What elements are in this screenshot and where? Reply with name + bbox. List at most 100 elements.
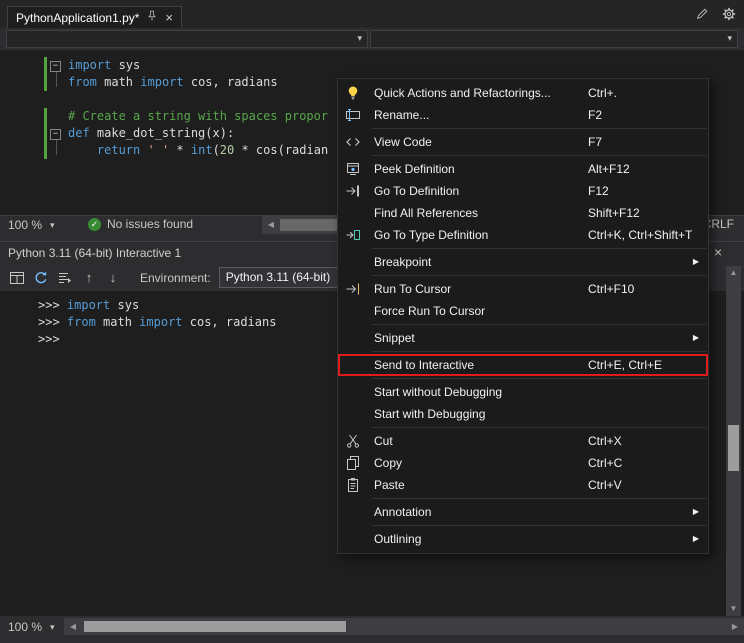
chevron-down-icon: ▾ <box>50 220 55 231</box>
submenu-arrow-icon: ▶ <box>693 501 699 523</box>
chevron-down-icon: ▾ <box>50 622 55 633</box>
nav-member-dropdown[interactable]: ▾ <box>370 30 738 48</box>
menu-separator <box>372 275 706 276</box>
scroll-up-icon[interactable]: ▲ <box>726 266 741 280</box>
paste-icon <box>345 477 361 493</box>
menu-item-cut[interactable]: CutCtrl+X <box>338 430 708 452</box>
titlebar-icons <box>695 7 736 21</box>
scrollbar-thumb[interactable] <box>84 621 346 632</box>
menu-item-find-all-references[interactable]: Find All ReferencesShift+F12 <box>338 202 708 224</box>
menu-item-outlining[interactable]: Outlining ▶ <box>338 528 708 550</box>
menu-icon-placeholder <box>345 330 361 346</box>
zoom-selector[interactable]: 100 %▾ <box>8 217 55 233</box>
cut-icon <box>345 433 361 449</box>
menu-item-rename[interactable]: Rename...F2 <box>338 104 708 126</box>
menu-item-quick-actions-and-refactorings[interactable]: Quick Actions and Refactorings...Ctrl+. <box>338 82 708 104</box>
code-line: from math import cos, radians <box>48 74 328 91</box>
chevron-down-icon: ▾ <box>727 33 732 44</box>
menu-item-label: Paste <box>374 478 405 492</box>
menu-item-send-to-interactive[interactable]: Send to Interactive Ctrl+E, Ctrl+E <box>338 354 708 376</box>
menu-icon-placeholder <box>345 531 361 547</box>
menu-item-shortcut: Ctrl+. <box>588 82 617 104</box>
scroll-right-icon[interactable]: ▶ <box>728 618 742 635</box>
issues-message: No issues found <box>107 217 193 231</box>
submenu-arrow-icon: ▶ <box>693 528 699 550</box>
feedback-icon[interactable] <box>695 7 709 21</box>
interactive-window-icon[interactable] <box>8 269 26 287</box>
menu-item-shortcut: Ctrl+E, Ctrl+E <box>588 354 662 376</box>
tab-pythonapplication1[interactable]: PythonApplication1.py* × <box>7 6 182 28</box>
gear-icon[interactable] <box>722 7 736 21</box>
menu-item-start-without-debugging[interactable]: Start without Debugging <box>338 381 708 403</box>
interactive-vertical-scrollbar[interactable]: ▲ ▼ <box>726 266 741 616</box>
menu-item-label: Outlining <box>374 532 421 546</box>
menu-separator <box>372 128 706 129</box>
menu-item-label: Rename... <box>374 108 429 122</box>
scroll-left-icon[interactable]: ◀ <box>66 618 80 635</box>
chevron-down-icon: ▾ <box>357 33 362 44</box>
menu-item-shortcut: Ctrl+X <box>588 430 622 452</box>
code-line <box>48 91 328 108</box>
menu-item-snippet[interactable]: Snippet▶ <box>338 327 708 349</box>
menu-item-run-to-cursor[interactable]: Run To CursorCtrl+F10 <box>338 278 708 300</box>
vs-window: PythonApplication1.py* × ▾ ▾ −import sys… <box>0 0 744 643</box>
nav-scope-dropdown[interactable]: ▾ <box>6 30 368 48</box>
menu-item-view-code[interactable]: View CodeF7 <box>338 131 708 153</box>
menu-icon-placeholder <box>345 504 361 520</box>
menu-item-label: Go To Definition <box>374 184 459 198</box>
reset-icon[interactable] <box>32 269 50 287</box>
menu-item-shortcut: Ctrl+K, Ctrl+Shift+T <box>588 224 692 246</box>
pin-icon[interactable] <box>146 10 158 25</box>
menu-icon-placeholder <box>345 384 361 400</box>
interactive-lines: >>> import sys>>> from math import cos, … <box>38 297 276 348</box>
code-line: >>> <box>38 331 276 348</box>
go-to-definition-icon <box>345 183 361 199</box>
interactive-bottom-bar: 100 %▾ ◀ ▶ <box>0 616 744 638</box>
navigation-bar: ▾ ▾ <box>0 28 744 50</box>
tab-close-icon[interactable]: × <box>165 11 173 24</box>
menu-separator <box>372 155 706 156</box>
go-to-type-definition-icon <box>345 227 361 243</box>
menu-item-shortcut: Alt+F12 <box>588 158 630 180</box>
menu-item-label: Snippet <box>374 331 415 345</box>
menu-item-annotation[interactable]: Annotation▶ <box>338 501 708 523</box>
menu-item-copy[interactable]: CopyCtrl+C <box>338 452 708 474</box>
menu-icon-placeholder <box>345 357 361 373</box>
fold-collapse-box[interactable]: − <box>50 61 61 72</box>
scrollbar-thumb[interactable] <box>728 425 739 471</box>
fold-collapse-box[interactable]: − <box>50 129 61 140</box>
menu-item-force-run-to-cursor[interactable]: Force Run To Cursor <box>338 300 708 322</box>
zoom-selector[interactable]: 100 %▾ <box>8 619 55 635</box>
panel-close-icon[interactable]: × <box>714 244 722 260</box>
history-prev-icon[interactable]: ↑ <box>80 269 98 287</box>
menu-item-shortcut: F7 <box>588 131 602 153</box>
menu-item-shortcut: F12 <box>588 180 609 202</box>
menu-item-label: Copy <box>374 456 402 470</box>
environment-label: Environment: <box>140 271 211 285</box>
menu-item-start-with-debugging[interactable]: Start with Debugging <box>338 403 708 425</box>
menu-item-go-to-definition[interactable]: Go To Definition F12 <box>338 180 708 202</box>
menu-item-go-to-type-definition[interactable]: Go To Type Definition Ctrl+K, Ctrl+Shift+… <box>338 224 708 246</box>
menu-item-label: Breakpoint <box>374 255 431 269</box>
scroll-left-icon[interactable]: ◀ <box>264 216 278 234</box>
context-menu-items: Quick Actions and Refactorings...Ctrl+.R… <box>338 82 708 550</box>
panel-title: Python 3.11 (64-bit) Interactive 1 <box>8 246 181 260</box>
scroll-down-icon[interactable]: ▼ <box>726 602 741 616</box>
menu-icon-placeholder <box>345 205 361 221</box>
history-next-icon[interactable]: ↓ <box>104 269 122 287</box>
view-code-icon <box>345 134 361 150</box>
document-tab-bar: PythonApplication1.py* × <box>0 0 744 28</box>
interactive-horizontal-scrollbar[interactable]: ◀ ▶ <box>64 618 744 635</box>
menu-item-label: Send to Interactive <box>374 358 474 372</box>
menu-item-breakpoint[interactable]: Breakpoint▶ <box>338 251 708 273</box>
menu-item-label: Go To Type Definition <box>374 228 488 242</box>
menu-item-shortcut: Ctrl+V <box>588 474 622 496</box>
change-tracking-bar <box>44 108 47 159</box>
menu-item-paste[interactable]: Paste Ctrl+V <box>338 474 708 496</box>
clear-screen-icon[interactable] <box>56 269 74 287</box>
menu-item-peek-definition[interactable]: Peek DefinitionAlt+F12 <box>338 158 708 180</box>
menu-separator <box>372 378 706 379</box>
tab-title: PythonApplication1.py* <box>16 11 139 25</box>
context-menu: Quick Actions and Refactorings...Ctrl+.R… <box>337 78 709 554</box>
code-lines: −import sysfrom math import cos, radians… <box>48 57 328 159</box>
